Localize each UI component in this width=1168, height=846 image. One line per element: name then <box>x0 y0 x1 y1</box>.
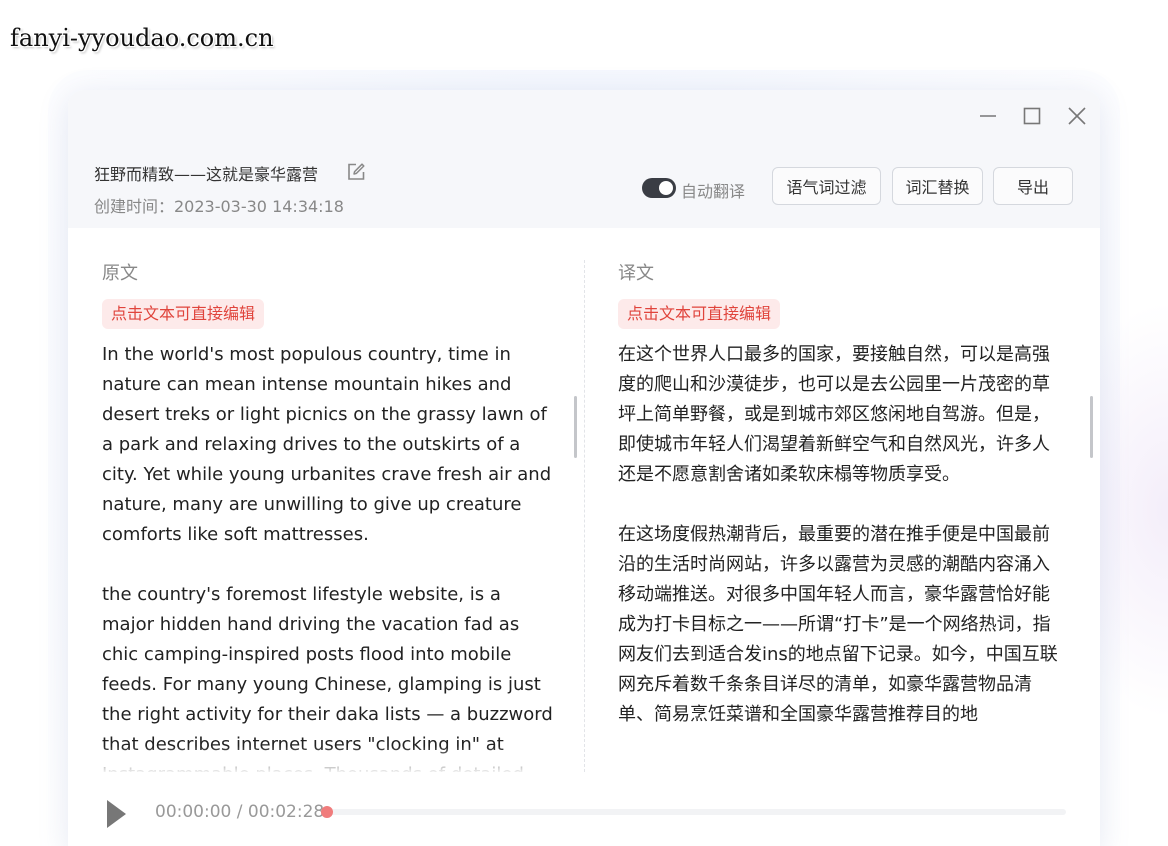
close-icon <box>1068 107 1086 125</box>
toggle-knob <box>659 181 673 195</box>
minimize-button[interactable] <box>974 102 1002 130</box>
source-text[interactable]: In the world's most populous country, ti… <box>102 340 554 772</box>
translation-scrollbar[interactable] <box>1090 396 1093 458</box>
content-panel: 原文 点击文本可直接编辑 In the world's most populou… <box>68 228 1100 788</box>
source-edit-hint: 点击文本可直接编辑 <box>102 299 265 329</box>
translation-paragraph[interactable]: 在这个世界人口最多的国家，要接触自然，可以是高强度的爬山和沙漠徒步，也可以是去公… <box>618 340 1064 490</box>
play-button[interactable] <box>104 798 128 834</box>
maximize-icon <box>1023 107 1041 125</box>
source-heading: 原文 <box>102 263 138 284</box>
play-icon <box>107 800 126 828</box>
created-time: 创建时间：2023-03-30 14:34:18 <box>94 197 344 216</box>
auto-translate-toggle[interactable] <box>642 178 676 198</box>
document-title: 狂野而精致——这就是豪华露营 <box>94 165 319 184</box>
auto-translate-label: 自动翻译 <box>681 182 746 201</box>
edit-title-button[interactable] <box>346 162 366 186</box>
source-scrollbar[interactable] <box>574 396 577 458</box>
translation-edit-hint: 点击文本可直接编辑 <box>618 299 781 329</box>
watermark: fanyi-yyoudao.com.cn <box>10 24 274 52</box>
source-paragraph[interactable]: the country's foremost lifestyle website… <box>102 580 554 772</box>
playback-time: 00:00:00 / 00:02:28 <box>155 802 325 822</box>
title-bar: 狂野而精致——这就是豪华露营 创建时间：2023-03-30 14:34:18 … <box>68 90 1100 228</box>
translation-heading: 译文 <box>618 263 654 284</box>
translation-paragraph[interactable]: 在这场度假热潮背后，最重要的潜在推手便是中国最前沿的生活时尚网站，许多以露营为灵… <box>618 520 1064 730</box>
column-divider <box>584 260 585 772</box>
maximize-button[interactable] <box>1018 102 1046 130</box>
minimize-icon <box>980 115 996 117</box>
translation-fade <box>618 746 1068 774</box>
page: fanyi-yyoudao.com.cn 狂野而精致——这就是豪华露营 创建时间… <box>0 0 1168 846</box>
app-window: 狂野而精致——这就是豪华露营 创建时间：2023-03-30 14:34:18 … <box>68 90 1100 846</box>
translation-text[interactable]: 在这个世界人口最多的国家，要接触自然，可以是高强度的爬山和沙漠徒步，也可以是去公… <box>618 340 1064 772</box>
progress-handle[interactable] <box>321 806 333 818</box>
edit-icon <box>348 163 365 180</box>
close-button[interactable] <box>1063 102 1091 130</box>
source-fade <box>102 746 562 774</box>
filter-fillers-button[interactable]: 语气词过滤 <box>772 167 881 205</box>
word-replace-button[interactable]: 词汇替换 <box>892 167 983 205</box>
audio-player: 00:00:00 / 00:02:28 <box>68 788 1100 846</box>
export-button[interactable]: 导出 <box>993 167 1073 205</box>
source-paragraph[interactable]: In the world's most populous country, ti… <box>102 340 554 550</box>
progress-bar[interactable] <box>321 806 1066 818</box>
